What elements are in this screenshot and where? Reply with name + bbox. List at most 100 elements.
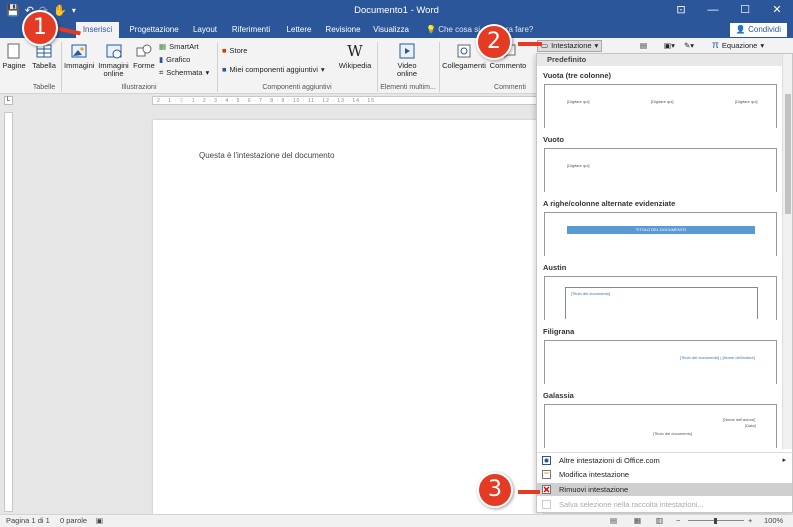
template-placeholder: [Digitare qui] [567,99,590,104]
vertical-ruler[interactable] [4,112,13,512]
template-righe-colonne-alternate[interactable]: TITOLO DEL DOCUMENTO [544,212,777,256]
horizontal-ruler[interactable]: 2 · 1 · ▽ · 1 · 2 · 3 · 4 · 5 · 6 · 7 · … [152,96,538,105]
document-page[interactable]: Questa è l'intestazione del documento [153,120,543,515]
shapes-button[interactable]: Forme [131,42,157,70]
chevron-down-icon: ▾ [594,41,599,50]
chart-button[interactable]: ▮ Grafico [159,55,190,65]
equation-button[interactable]: π Equazione ▾ [712,41,764,51]
page-count[interactable]: Pagina 1 di 1 [6,515,50,527]
menu-label: Altre intestazioni di Office.com [559,456,660,465]
screenshot-button[interactable]: ⌗ Schermata ▾ [159,68,209,78]
table-button[interactable]: Tabella [30,42,58,70]
template-name: Vuota (tre colonne) [543,71,612,80]
store-button[interactable]: ■ Store [222,46,247,56]
screenshot-label: Schermata [166,68,203,77]
online-video-button[interactable]: Video online [388,42,426,78]
header-icon: ▭ [541,41,549,50]
header-button-label: Intestazione [551,41,592,50]
signature-icon: ✎▾ [684,41,695,50]
tab-progettazione[interactable]: Progettazione [124,22,184,38]
zoom-out-icon[interactable]: − [676,515,680,527]
word-count[interactable]: 0 parole [60,515,87,527]
share-button[interactable]: 👤 Condividi [729,23,787,37]
ruler-tab-selector[interactable]: L [4,96,13,105]
template-vuota-tre-colonne[interactable]: [Digitare qui] [Digitare qui] [Digitare … [544,84,777,128]
office-online-icon [542,456,551,465]
callout-badge: 1 [22,10,58,46]
my-addins-button[interactable]: ■ Miei componenti aggiuntivi ▾ [222,65,325,75]
tab-riferimenti[interactable]: Riferimenti [228,22,274,38]
online-images-button[interactable]: Immagini online [97,42,130,78]
read-mode-icon[interactable]: ▤ [610,515,617,527]
ribbon-tabs: Inserisci Progettazione Layout Riferimen… [0,22,793,38]
wikipedia-button[interactable]: W Wikipedia [336,42,374,70]
smartart-label: SmartArt [169,42,199,51]
ribbon-display-options-icon[interactable]: ⊡ [665,0,697,22]
textbox-button[interactable]: ▤ [640,41,647,51]
online-video-label: Video online [396,61,418,78]
zoom-in-icon[interactable]: + [748,515,752,527]
template-placeholder: [Titolo del documento] [571,291,611,296]
table-label: Tabella [32,61,56,70]
group-label-tables: Tabelle [32,84,56,91]
status-bar: Pagina 1 di 1 0 parole ▣ ▤ ▦ ▥ − + 100% [0,514,793,527]
zoom-level[interactable]: 100% [764,515,783,527]
gallery-scrollbar[interactable] [782,54,792,449]
images-button[interactable]: Immagini [64,42,94,70]
chart-icon: ▮ [159,55,164,64]
lightbulb-icon: 💡 [426,25,436,34]
pages-icon [7,43,20,59]
gallery-scroll-thumb[interactable] [785,94,791,214]
pages-button[interactable]: Pagine [2,42,26,70]
title-bar: 💾 ↶ ↷ ✋ ▾ Documento1 - Word ⊡ — ☐ ✕ [0,0,793,22]
smartart-button[interactable]: ▦ SmartArt [159,42,199,52]
menu-remove-header[interactable]: Rimuovi intestazione [537,483,792,496]
tab-visualizza[interactable]: Visualizza [370,22,412,38]
store-label: Store [229,46,248,55]
comment-label: Commento [489,61,527,70]
proofing-icon[interactable]: ▣ [96,515,103,527]
template-placeholder: [Digitare qui] [651,99,674,104]
tab-revisione[interactable]: Revisione [322,22,364,38]
template-austin[interactable]: [Titolo del documento] [544,276,777,320]
my-addins-label: Miei componenti aggiuntivi [229,65,318,74]
images-label: Immagini [64,61,95,70]
maximize-button[interactable]: ☐ [729,0,761,22]
save-selection-icon [542,500,551,509]
remove-header-icon [542,485,551,494]
edit-header-icon [542,470,551,479]
tab-lettere[interactable]: Lettere [282,22,316,38]
wikipedia-label: Wikipedia [338,61,372,70]
zoom-slider-thumb[interactable] [714,518,717,524]
header-dropdown-button[interactable]: ▭ Intestazione ▾ [537,40,603,52]
header-gallery: Predefinito Vuota (tre colonne) [Digitar… [536,53,793,513]
equation-label: Equazione [721,41,758,50]
template-placeholder: [Titolo del documento] [653,431,693,436]
share-label: Condividi [748,25,781,34]
chevron-down-icon: ▾ [760,41,765,50]
template-filigrana[interactable]: [Titolo del documento] | [Nome dell'auto… [544,340,777,384]
print-layout-icon[interactable]: ▦ [634,515,641,527]
web-layout-icon[interactable]: ▥ [656,515,663,527]
tab-inserisci[interactable]: Inserisci [76,22,119,38]
menu-more-headers[interactable]: Altre intestazioni di Office.com ▸ [537,454,792,467]
template-placeholder: [Nome dell'autore] [723,417,756,422]
addins-icon: ■ [222,65,227,74]
template-galassia[interactable]: [Nome dell'autore] [Data] [Titolo del do… [544,404,777,448]
menu-label: Rimuovi intestazione [559,485,629,494]
user-icon: 👤 [735,25,746,34]
tab-layout[interactable]: Layout [188,22,222,38]
signature-line-button[interactable]: ✎▾ [684,41,694,51]
close-button[interactable]: ✕ [761,0,793,22]
screenshot-icon: ⌗ [159,68,164,77]
group-label-multimedia: Elementi multim... [380,84,436,91]
template-vuoto[interactable]: [Digitare qui] [544,148,777,192]
gallery-section-title: Predefinito [537,54,783,66]
group-label-addins: Componenti aggiuntivi [262,84,332,91]
quick-parts-button[interactable]: ▣▾ [664,41,675,51]
menu-edit-header[interactable]: Modifica intestazione [537,468,792,481]
template-placeholder: [Titolo del documento] | [Nome dell'auto… [680,355,755,360]
menu-save-selection[interactable]: Salva selezione nella raccolta intestazi… [537,498,792,511]
minimize-button[interactable]: — [697,0,729,22]
document-header-text[interactable]: Questa è l'intestazione del documento [199,151,334,160]
